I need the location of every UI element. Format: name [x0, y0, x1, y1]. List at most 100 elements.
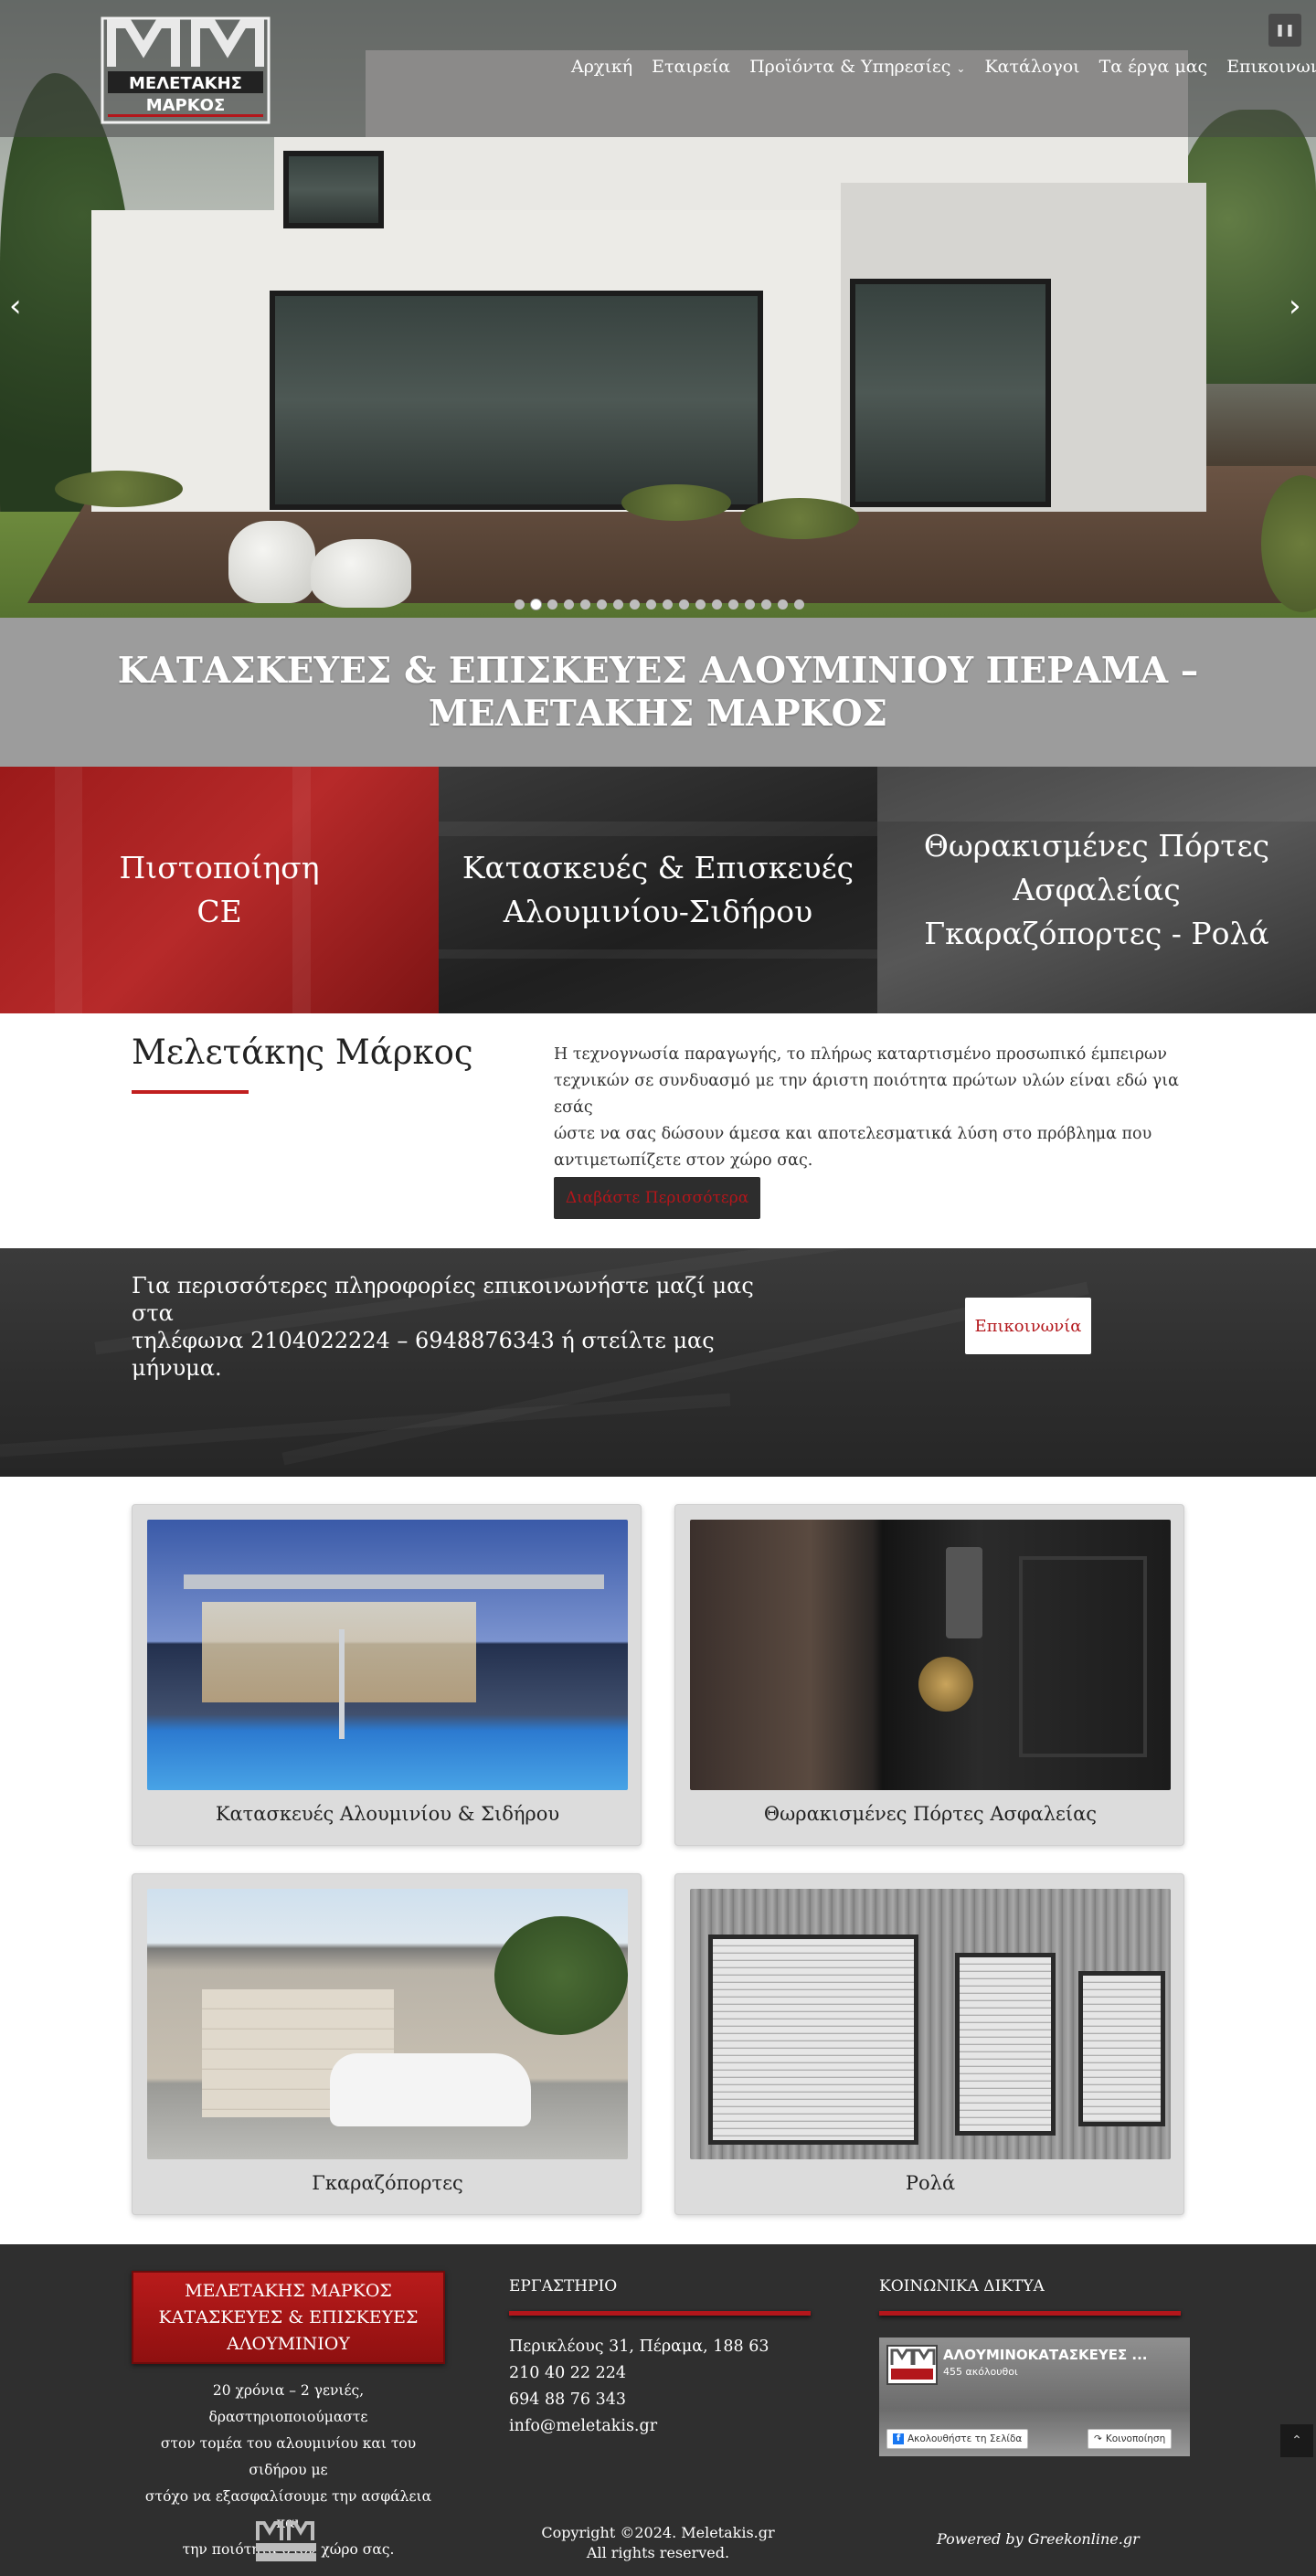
- product-image-rolls: [690, 1889, 1171, 2159]
- nav-item-catalogs[interactable]: Κατάλογοι: [984, 57, 1079, 77]
- contact-text: Για περισσότερες πληροφορίες επικοινωνήσ…: [132, 1272, 771, 1382]
- slider-prev-button[interactable]: ‹: [9, 291, 22, 322]
- footer-email[interactable]: info@meletakis.gr: [509, 2417, 657, 2435]
- contact-band: Για περισσότερες πληροφορίες επικοινωνήσ…: [0, 1248, 1316, 1477]
- panel-decor: [439, 822, 877, 836]
- title-band: ΚΑΤΑΣΚΕΥΕΣ & ΕΠΙΣΚΕΥΕΣ ΑΛΟΥΜΙΝΙΟΥ ΠΕΡΑΜΑ…: [0, 618, 1316, 767]
- slider-next-button[interactable]: ›: [1289, 291, 1301, 322]
- slider-dot[interactable]: [646, 599, 656, 610]
- badge-line: ΚΑΤΑΣΚΕΥΕΣ & ΕΠΙΣΚΕΥΕΣ: [158, 2306, 419, 2327]
- about-heading: Μελετάκης Μάρκος: [132, 1033, 473, 1072]
- product-card-rolls[interactable]: Ρολά: [674, 1873, 1184, 2215]
- product-card-aluminium[interactable]: Κατασκευές Αλουμινίου & Σιδήρου: [132, 1504, 642, 1846]
- slider-dot[interactable]: [778, 599, 788, 610]
- feature-panel-ce[interactable]: Πιστοποίηση CE: [0, 767, 439, 1013]
- nav-item-contact[interactable]: Επικοινωνία: [1226, 57, 1316, 77]
- slider-dot[interactable]: [515, 599, 525, 610]
- facebook-follow-button[interactable]: f Ακολουθήστε τη Σελίδα: [886, 2429, 1029, 2449]
- slider-dot[interactable]: [531, 599, 541, 610]
- site-logo[interactable]: ΜΕΛΕΤΑΚΗΣ ΜΑΡΚΟΣ: [101, 16, 271, 124]
- footer-phone-1[interactable]: 210 40 22 224: [509, 2364, 626, 2382]
- slider-dot[interactable]: [547, 599, 557, 610]
- read-more-button[interactable]: Διαβάστε Περισσότερα: [554, 1177, 760, 1219]
- feature-doors-text: Θωρακισμένες Πόρτες Ασφαλείας Γκαραζόπορ…: [924, 824, 1269, 956]
- image-detail: [494, 1916, 628, 2035]
- scroll-to-top-button[interactable]: ⌃: [1280, 2424, 1313, 2457]
- feature-doors-line1: Θωρακισμένες Πόρτες: [923, 828, 1270, 864]
- nav-item-home[interactable]: Αρχική: [571, 57, 632, 77]
- feature-panel-constructions[interactable]: Κατασκευές & Επισκευές Αλουμινίου-Σιδήρο…: [439, 767, 877, 1013]
- product-image-aluminium: [147, 1520, 628, 1790]
- chevron-up-icon: ⌃: [1291, 2433, 1302, 2448]
- feature-constructions-text: Κατασκευές & Επισκευές Αλουμινίου-Σιδήρο…: [462, 846, 854, 934]
- footer-logo[interactable]: [254, 2520, 318, 2564]
- badge-line: ΑΛΟΥΜΙΝΙΟΥ: [227, 2333, 350, 2354]
- slider-pause-button[interactable]: ❚❚: [1268, 14, 1301, 47]
- hero-shrub: [740, 498, 859, 539]
- footer-social-heading: ΚΟΙΝΩΝΙΚΑ ΔΙΚΤΥΑ: [879, 2277, 1045, 2295]
- product-caption: Κατασκευές Αλουμινίου & Σιδήρου: [215, 1803, 560, 1825]
- feature-panel-doors[interactable]: Θωρακισμένες Πόρτες Ασφαλείας Γκαραζόπορ…: [877, 767, 1316, 1013]
- main-nav: Αρχική Εταιρεία Προϊόντα & Υπηρεσίες ⌄ Κ…: [571, 57, 1316, 77]
- feature-constructions-line1: Κατασκευές & Επισκευές: [462, 850, 854, 885]
- footer-workshop-divider: [509, 2311, 811, 2316]
- slider-dot[interactable]: [580, 599, 590, 610]
- hero-window: [283, 151, 384, 228]
- logo-line1: ΜΕΛΕΤΑΚΗΣ: [129, 74, 242, 93]
- chevron-right-icon: ›: [1289, 288, 1301, 324]
- chevron-left-icon: ‹: [9, 288, 22, 324]
- product-card-security-doors[interactable]: Θωρακισμένες Πόρτες Ασφαλείας: [674, 1504, 1184, 1846]
- facebook-followers: 455 ακόλουθοι: [943, 2366, 1018, 2378]
- contact-button[interactable]: Επικοινωνία: [965, 1298, 1091, 1354]
- footer-phone-2[interactable]: 694 88 76 343: [509, 2390, 626, 2409]
- footer-workshop-heading: ΕΡΓΑΣΤΗΡΙΟ: [509, 2277, 618, 2295]
- feature-doors-line2: Ασφαλείας: [1013, 872, 1181, 907]
- powered-by-link[interactable]: Powered by Greekonline.gr: [937, 2530, 1140, 2548]
- chevron-down-icon: ⌄: [956, 62, 966, 75]
- about-divider: [132, 1090, 249, 1094]
- slider-dot[interactable]: [745, 599, 755, 610]
- image-detail: [1078, 1971, 1165, 2126]
- hero-rock: [311, 539, 411, 608]
- slider-dot[interactable]: [728, 599, 738, 610]
- badge-line: ΜΕΛΕΤΑΚΗΣ ΜΑΡΚΟΣ: [185, 2280, 392, 2301]
- share-icon: ↷: [1094, 2433, 1102, 2444]
- about-line: ώστε να σας δώσουν άμεσα και αποτελεσματ…: [554, 1125, 1152, 1143]
- pause-icon: ❚❚: [1275, 23, 1295, 37]
- slider-dot[interactable]: [663, 599, 673, 610]
- feature-ce-line1: Πιστοποίηση: [119, 850, 320, 885]
- slider-dot[interactable]: [695, 599, 706, 610]
- slider-dot[interactable]: [630, 599, 640, 610]
- hero-slider: ΜΕΛΕΤΑΚΗΣ ΜΑΡΚΟΣ Αρχική Εταιρεία Προϊόντ…: [0, 0, 1316, 618]
- slider-dot[interactable]: [712, 599, 722, 610]
- product-caption: Γκαραζόπορτες: [312, 2172, 463, 2194]
- nav-item-products[interactable]: Προϊόντα & Υπηρεσίες ⌄: [749, 57, 965, 77]
- slider-dot[interactable]: [761, 599, 771, 610]
- footer-social-divider: [879, 2311, 1181, 2316]
- nav-item-company[interactable]: Εταιρεία: [652, 57, 730, 77]
- about-line: τεχνικών σε συνδυασμό με την άριστη ποιό…: [554, 1072, 1179, 1117]
- nav-item-products-label: Προϊόντα & Υπηρεσίες: [749, 57, 951, 77]
- footer-about-line: 20 χρόνια – 2 γενιές, δραστηριοποιούμαστ…: [208, 2382, 368, 2425]
- slider-dot[interactable]: [679, 599, 689, 610]
- hero-shrub: [55, 471, 183, 507]
- image-detail: [1019, 1556, 1147, 1757]
- slider-dot[interactable]: [564, 599, 574, 610]
- hero-shrub: [621, 484, 731, 521]
- facebook-page-name[interactable]: ΑΛΟΥΜΙΝΟΚΑΤΑΣΚΕΥΕΣ ...: [943, 2347, 1148, 2363]
- feature-ce-line2: CE: [196, 894, 242, 929]
- slider-dot[interactable]: [597, 599, 607, 610]
- product-card-garage-doors[interactable]: Γκαραζόπορτες: [132, 1873, 642, 2215]
- slider-dot[interactable]: [613, 599, 623, 610]
- facebook-share-button[interactable]: ↷ Κοινοποίηση: [1088, 2429, 1173, 2449]
- panel-decor: [439, 949, 877, 959]
- product-image-garage-doors: [147, 1889, 628, 2159]
- slider-dot[interactable]: [794, 599, 804, 610]
- panel-decor: [55, 767, 82, 1013]
- facebook-page-widget[interactable]: ΑΛΟΥΜΙΝΟΚΑΤΑΣΚΕΥΕΣ ... 455 ακόλουθοι f Α…: [879, 2337, 1190, 2456]
- footer-address: Περικλέους 31, Πέραμα, 188 63: [509, 2337, 769, 2356]
- nav-item-projects[interactable]: Τα έργα μας: [1099, 57, 1208, 77]
- hero-rock: [228, 521, 315, 603]
- image-detail: [339, 1629, 345, 1739]
- feature-ce-text: Πιστοποίηση CE: [120, 846, 320, 934]
